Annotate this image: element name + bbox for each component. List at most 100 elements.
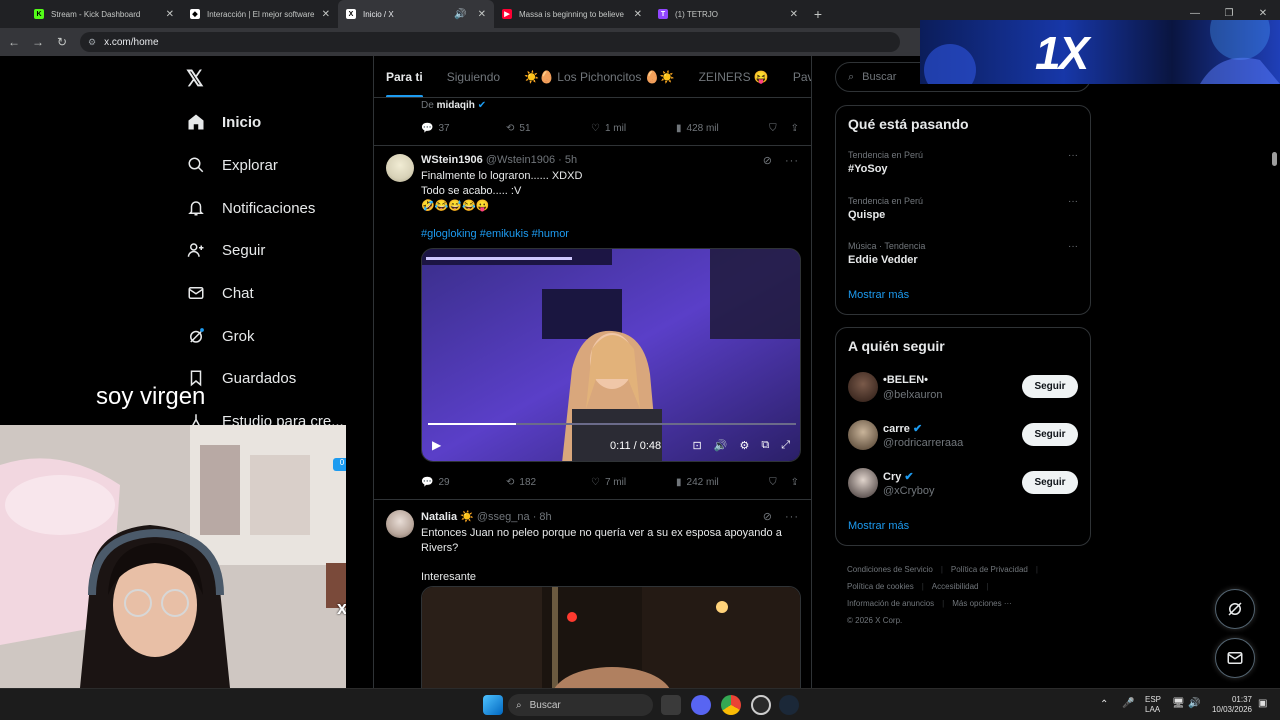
- follow-button[interactable]: Seguir: [1022, 423, 1078, 446]
- trend-item[interactable]: Tendencia en Perú Quispe ···: [848, 196, 1078, 221]
- avatar[interactable]: [386, 510, 414, 538]
- post-image[interactable]: [421, 586, 801, 688]
- avatar[interactable]: [848, 372, 878, 402]
- microphone-icon[interactable]: 🎤: [1122, 698, 1134, 709]
- captions-icon[interactable]: ⊡: [693, 439, 702, 452]
- close-icon[interactable]: ✕: [322, 9, 330, 20]
- grok-icon[interactable]: ⊘: [763, 155, 773, 167]
- avatar[interactable]: [848, 420, 878, 450]
- back-button[interactable]: ←: [2, 35, 26, 49]
- task-view-icon[interactable]: [661, 695, 681, 715]
- tab-twitch[interactable]: T (1) TETRJO ✕: [650, 0, 806, 28]
- new-tab-button[interactable]: +: [806, 6, 830, 22]
- trend-item[interactable]: Música · Tendencia Eddie Vedder ···: [848, 241, 1078, 266]
- author-handle[interactable]: @Wstein1906 · 5h: [486, 154, 577, 166]
- tab-pavo-ran[interactable]: Pavo Ran: [781, 56, 811, 97]
- reload-button[interactable]: ↻: [50, 35, 74, 49]
- more-icon[interactable]: ···: [785, 511, 799, 523]
- post-wstein[interactable]: WStein1906 @Wstein1906 · 5h ⊘ ··· Finalme…: [374, 146, 811, 500]
- repost-button[interactable]: ⟲ 51: [506, 123, 591, 134]
- start-icon[interactable]: [483, 695, 503, 715]
- tab-pichoncitos[interactable]: ☀️🥚 Los Pichoncitos 🥚☀️: [512, 56, 686, 97]
- play-icon[interactable]: ▶: [432, 438, 441, 452]
- forward-button[interactable]: →: [26, 35, 50, 49]
- steam-icon[interactable]: [779, 695, 799, 715]
- footer-link[interactable]: Política de Privacidad: [951, 565, 1028, 574]
- footer-link[interactable]: Más opciones ···: [952, 599, 1012, 608]
- like-button[interactable]: ♡ 1 mil: [591, 123, 676, 134]
- discord-icon[interactable]: [691, 695, 711, 715]
- obs-icon[interactable]: [751, 695, 771, 715]
- author-name[interactable]: WStein1906: [421, 154, 483, 166]
- bookmark-button[interactable]: ⛉: [769, 123, 777, 134]
- tab-youtube[interactable]: ▶ Massa is beginning to believe ✕: [494, 0, 650, 28]
- fullscreen-icon[interactable]: ⤢: [781, 439, 790, 452]
- close-icon[interactable]: ✕: [790, 9, 798, 20]
- tab-zeiners[interactable]: ZEINERS 😝: [687, 56, 781, 97]
- language-indicator[interactable]: ESP LAA: [1145, 695, 1161, 715]
- trend-item[interactable]: Tendencia en Perú #YoSoy ···: [848, 150, 1078, 175]
- footer-link[interactable]: Información de anuncios: [847, 599, 934, 608]
- footer-link[interactable]: Política de cookies: [847, 582, 914, 591]
- nav-item-grok[interactable]: Grok: [186, 320, 255, 352]
- nav-item-chat[interactable]: Chat: [186, 277, 254, 309]
- share-button[interactable]: ⇪: [791, 477, 799, 488]
- volume-icon[interactable]: 🔊: [1188, 698, 1200, 709]
- bookmark-button[interactable]: ⛉: [769, 477, 777, 488]
- more-icon[interactable]: ···: [1068, 196, 1078, 207]
- follow-button[interactable]: Seguir: [1022, 375, 1078, 398]
- post-natalia[interactable]: Natalia ☀️ @sseg_na · 8h ⊘ ··· Entonces J…: [374, 500, 811, 688]
- nav-item-inicio[interactable]: Inicio: [186, 106, 261, 138]
- grok-icon[interactable]: ⊘: [763, 511, 773, 523]
- tab-para-ti[interactable]: Para ti: [374, 56, 435, 97]
- footer-link[interactable]: Accesibilidad: [932, 582, 979, 591]
- network-icon[interactable]: 🖥: [1172, 698, 1185, 709]
- footer-link[interactable]: Condiciones de Servicio: [847, 565, 933, 574]
- tab-interaccion[interactable]: ◆ Interacción | El mejor software p ✕: [182, 0, 338, 28]
- speaker-icon[interactable]: 🔊: [454, 9, 466, 20]
- author-name[interactable]: Natalia ☀️: [421, 511, 474, 523]
- taskbar-search[interactable]: ⌕ Buscar: [508, 694, 653, 716]
- follow-button[interactable]: Seguir: [1022, 471, 1078, 494]
- attribution-name[interactable]: midaqih: [437, 100, 475, 111]
- like-button[interactable]: ♡ 7 mil: [591, 477, 676, 488]
- chevron-up-icon[interactable]: ⌃: [1100, 699, 1108, 710]
- x-logo-icon[interactable]: 𝕏: [186, 66, 204, 92]
- post-hashtags[interactable]: #glogloking #emikukis #humor: [421, 228, 569, 240]
- nav-item-explorar[interactable]: Explorar: [186, 149, 278, 181]
- more-icon[interactable]: ···: [785, 155, 799, 167]
- author-handle[interactable]: @sseg_na · 8h: [477, 511, 552, 523]
- avatar[interactable]: [386, 154, 414, 182]
- views-button[interactable]: ▮ 428 mil: [676, 123, 761, 134]
- tab-siguiendo[interactable]: Siguiendo: [435, 56, 512, 97]
- notification-icon[interactable]: ▣: [1258, 698, 1267, 709]
- more-icon[interactable]: ···: [1068, 241, 1078, 252]
- volume-icon[interactable]: 🔊: [714, 439, 728, 452]
- close-icon[interactable]: ✕: [634, 9, 642, 20]
- reply-button[interactable]: 💬 29: [421, 477, 506, 488]
- clock[interactable]: 01:37 10/03/2026: [1208, 695, 1252, 715]
- grok-button[interactable]: [1215, 589, 1255, 629]
- url-field[interactable]: ⚙ x.com/home: [80, 32, 900, 52]
- follow-suggestion[interactable]: Cry ✔ @xCryboy Seguir: [848, 466, 1078, 500]
- tab-kick[interactable]: K Stream - Kick Dashboard ✕: [26, 0, 182, 28]
- site-info-icon[interactable]: ⚙: [88, 37, 96, 48]
- nav-item-notificaciones[interactable]: Notificaciones: [186, 192, 315, 224]
- tab-x-home[interactable]: X Inicio / X 🔊 ✕: [338, 0, 494, 28]
- avatar[interactable]: [848, 468, 878, 498]
- close-icon[interactable]: ✕: [478, 9, 486, 20]
- video-player[interactable]: ▶ 0:11 / 0:48 ⊡ 🔊 ⚙ ⧉ ⤢: [421, 248, 801, 462]
- show-more-trends-link[interactable]: Mostrar más: [848, 289, 909, 301]
- close-icon[interactable]: ✕: [166, 9, 174, 20]
- post-previous[interactable]: De midaqih ✔ 💬 37 ⟲ 51 ♡ 1 mil ▮ 428 mil ⛉ ⇪: [374, 98, 811, 146]
- reply-button[interactable]: 💬 37: [421, 123, 506, 134]
- show-more-follow-link[interactable]: Mostrar más: [848, 520, 909, 532]
- chrome-icon[interactable]: [721, 695, 741, 715]
- more-icon[interactable]: ···: [1068, 150, 1078, 161]
- follow-suggestion[interactable]: •BELEN• @belxauron Seguir: [848, 370, 1078, 404]
- messages-button[interactable]: [1215, 638, 1255, 678]
- settings-icon[interactable]: ⚙: [739, 439, 749, 452]
- share-button[interactable]: ⇪: [791, 123, 799, 134]
- scrollbar-thumb[interactable]: [1272, 152, 1277, 166]
- repost-button[interactable]: ⟲ 182: [506, 477, 591, 488]
